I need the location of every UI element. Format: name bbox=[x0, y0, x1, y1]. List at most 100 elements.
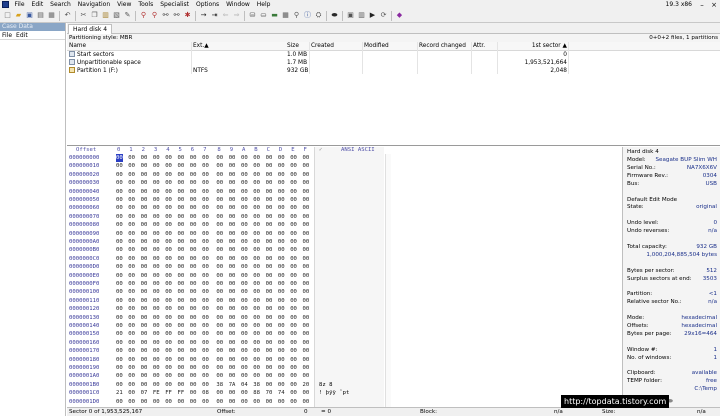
hex-byte[interactable]: 00 bbox=[141, 221, 148, 229]
hex-byte[interactable]: 00 bbox=[241, 255, 248, 263]
hex-byte[interactable]: 00 bbox=[216, 288, 223, 296]
hex-byte[interactable]: 00 bbox=[116, 339, 123, 347]
hex-byte[interactable]: 00 bbox=[165, 246, 172, 254]
hex-byte[interactable]: 00 bbox=[116, 322, 123, 330]
hex-byte[interactable]: 00 bbox=[253, 213, 260, 221]
hex-byte[interactable]: 00 bbox=[266, 364, 273, 372]
hex-byte[interactable]: 00 bbox=[190, 204, 197, 212]
hex-byte[interactable]: 00 bbox=[278, 322, 285, 330]
menu-navigation[interactable]: Navigation bbox=[74, 0, 113, 9]
hex-byte[interactable]: 00 bbox=[266, 171, 273, 179]
hex-byte[interactable]: 00 bbox=[229, 162, 236, 170]
hex-byte[interactable]: 00 bbox=[116, 356, 123, 364]
hex-byte[interactable]: 00 bbox=[202, 221, 209, 229]
hex-byte[interactable]: 00 bbox=[290, 372, 297, 380]
hex-byte[interactable]: 00 bbox=[266, 179, 273, 187]
hex-byte[interactable]: 00 bbox=[141, 263, 148, 271]
hex-byte[interactable]: 00 bbox=[229, 213, 236, 221]
menu-view[interactable]: View bbox=[114, 0, 135, 9]
hex-byte[interactable]: 00 bbox=[128, 179, 135, 187]
hex-byte[interactable]: 00 bbox=[128, 171, 135, 179]
hex-byte[interactable]: 00 bbox=[165, 398, 172, 406]
hex-byte[interactable]: 00 bbox=[241, 196, 248, 204]
hex-byte[interactable]: 00 bbox=[153, 297, 160, 305]
hex-byte[interactable]: 00 bbox=[229, 263, 236, 271]
hex-byte[interactable]: 00 bbox=[178, 213, 185, 221]
hex-byte[interactable]: 00 bbox=[266, 347, 273, 355]
hex-byte[interactable]: 00 bbox=[141, 246, 148, 254]
hex-byte[interactable]: 00 bbox=[190, 162, 197, 170]
hex-byte[interactable]: 00 bbox=[128, 364, 135, 372]
col-record-changed[interactable]: Record changed bbox=[419, 42, 466, 51]
hex-byte[interactable]: 00 bbox=[153, 381, 160, 389]
hex-byte[interactable]: 00 bbox=[141, 288, 148, 296]
hex-byte[interactable]: 00 bbox=[116, 230, 123, 238]
hex-byte[interactable]: 00 bbox=[141, 305, 148, 313]
hex-byte[interactable]: 00 bbox=[165, 356, 172, 364]
hex-byte[interactable]: 00 bbox=[303, 221, 310, 229]
hex-byte[interactable]: 00 bbox=[128, 263, 135, 271]
hex-byte[interactable]: 00 bbox=[202, 339, 209, 347]
hex-byte[interactable]: 00 bbox=[178, 347, 185, 355]
hex-byte[interactable]: 00 bbox=[303, 171, 310, 179]
hex-byte[interactable]: 00 bbox=[190, 196, 197, 204]
case-menu-edit[interactable]: Edit bbox=[14, 32, 30, 39]
hex-byte[interactable]: 00 bbox=[128, 230, 135, 238]
hex-byte[interactable]: 00 bbox=[128, 288, 135, 296]
hex-byte[interactable]: 00 bbox=[290, 204, 297, 212]
hex-byte[interactable]: 00 bbox=[202, 372, 209, 380]
hex-byte[interactable]: 00 bbox=[178, 322, 185, 330]
hex-byte[interactable]: 21 bbox=[116, 389, 123, 397]
hex-byte[interactable]: 00 bbox=[190, 297, 197, 305]
hex-byte[interactable]: 00 bbox=[303, 162, 310, 170]
hex-byte[interactable]: 00 bbox=[229, 196, 236, 204]
hex-byte[interactable]: 00 bbox=[266, 322, 273, 330]
hash-icon[interactable]: ⬬ bbox=[330, 11, 339, 20]
hex-byte[interactable]: 00 bbox=[178, 196, 185, 204]
hex-byte[interactable]: 38 bbox=[253, 381, 260, 389]
hex-byte[interactable]: 00 bbox=[153, 356, 160, 364]
hex-byte[interactable]: 00 bbox=[190, 347, 197, 355]
hex-byte[interactable]: 00 bbox=[178, 171, 185, 179]
hex-byte[interactable]: 00 bbox=[128, 162, 135, 170]
hex-byte[interactable]: 00 bbox=[278, 154, 285, 162]
hex-byte[interactable]: 00 bbox=[128, 381, 135, 389]
hex-byte[interactable]: 00 bbox=[253, 255, 260, 263]
hex-byte[interactable]: 00 bbox=[229, 322, 236, 330]
hex-byte[interactable]: 00 bbox=[266, 188, 273, 196]
hex-byte[interactable]: 00 bbox=[216, 179, 223, 187]
hex-byte[interactable]: 00 bbox=[190, 246, 197, 254]
hex-byte[interactable]: 00 bbox=[178, 204, 185, 212]
hex-byte[interactable]: 00 bbox=[266, 288, 273, 296]
cut-icon[interactable]: ✂ bbox=[79, 11, 88, 20]
hex-byte[interactable]: 00 bbox=[178, 381, 185, 389]
hex-byte[interactable]: 00 bbox=[141, 171, 148, 179]
hex-byte[interactable]: 00 bbox=[216, 339, 223, 347]
hex-byte[interactable]: 00 bbox=[116, 154, 123, 163]
ram-editor-icon[interactable]: ▬ bbox=[270, 11, 279, 20]
hex-byte[interactable]: 00 bbox=[153, 179, 160, 187]
hex-byte[interactable]: 00 bbox=[290, 347, 297, 355]
hex-byte[interactable]: 00 bbox=[165, 238, 172, 246]
hex-byte[interactable]: 00 bbox=[303, 280, 310, 288]
hex-byte[interactable]: 00 bbox=[128, 213, 135, 221]
properties-icon[interactable]: ▦ bbox=[47, 11, 56, 20]
hex-byte[interactable]: 00 bbox=[253, 238, 260, 246]
hex-byte[interactable]: 00 bbox=[190, 314, 197, 322]
hex-byte[interactable]: 00 bbox=[153, 213, 160, 221]
hex-byte[interactable]: 00 bbox=[190, 280, 197, 288]
hex-byte[interactable]: 00 bbox=[216, 372, 223, 380]
hex-byte[interactable]: 00 bbox=[128, 330, 135, 338]
hex-byte[interactable]: 00 bbox=[266, 213, 273, 221]
hex-byte[interactable]: 00 bbox=[241, 230, 248, 238]
hex-byte[interactable]: 00 bbox=[216, 196, 223, 204]
hex-byte[interactable]: 00 bbox=[216, 246, 223, 254]
hex-byte[interactable]: 00 bbox=[141, 398, 148, 406]
hex-byte[interactable]: 00 bbox=[153, 221, 160, 229]
hex-byte[interactable]: 00 bbox=[141, 204, 148, 212]
hex-byte[interactable]: 00 bbox=[241, 389, 248, 397]
hex-byte[interactable]: 00 bbox=[278, 171, 285, 179]
hex-byte[interactable]: 00 bbox=[241, 238, 248, 246]
refresh-icon[interactable]: ⟳ bbox=[379, 11, 388, 20]
hex-byte[interactable]: 00 bbox=[266, 230, 273, 238]
